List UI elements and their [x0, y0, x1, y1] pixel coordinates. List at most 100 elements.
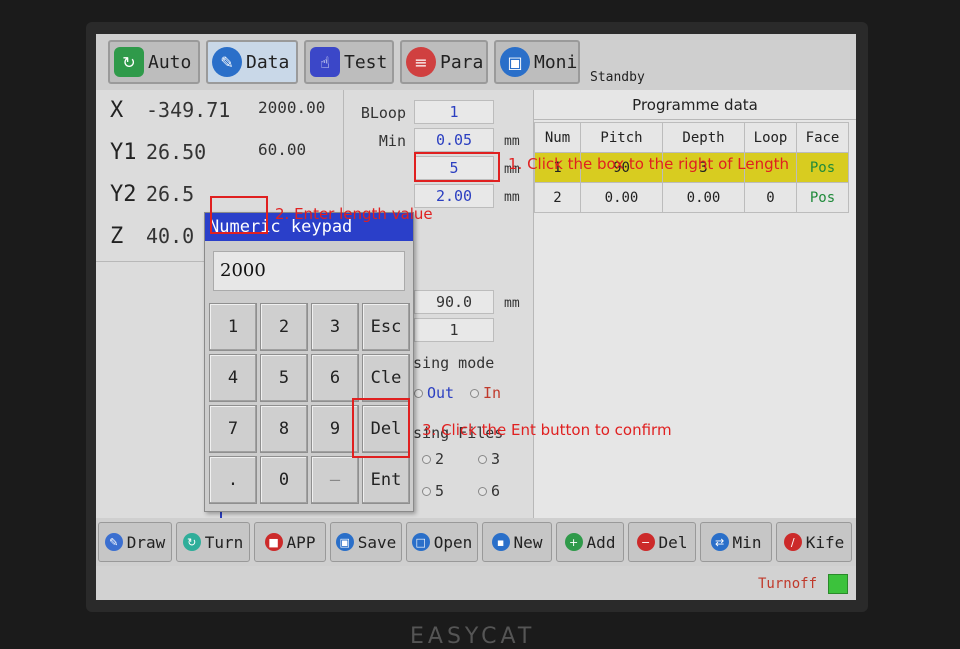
tab-label: Para: [440, 51, 484, 73]
button-label: Draw: [126, 532, 166, 552]
turn-icon: ↻: [182, 533, 201, 551]
radio-label: 6: [491, 482, 501, 500]
brand-logo: EASYCAT: [410, 624, 536, 649]
radio-dot: [478, 454, 487, 464]
tab-test[interactable]: ☝ Test: [304, 40, 394, 84]
radio-label: 2: [435, 450, 445, 468]
table-cell[interactable]: 0.00: [662, 182, 745, 213]
table-cell[interactable]: 0: [744, 182, 797, 213]
save-icon: ▣: [335, 533, 354, 551]
new-icon: ▪: [491, 533, 510, 551]
tab-label: Moni: [534, 51, 578, 73]
top-tab-bar: ↻ Auto ✎ Data ☝ Test ≡ Para ▣ Moni Stand…: [96, 34, 856, 90]
draw-button[interactable]: ✎ Draw: [98, 522, 172, 562]
open-button[interactable]: □ Open: [406, 522, 478, 562]
key-3[interactable]: 3: [311, 303, 359, 351]
file-option-3[interactable]: 3: [478, 450, 500, 468]
turnoff-label[interactable]: Turnoff: [758, 576, 817, 592]
key-decimal[interactable]: .: [209, 456, 257, 504]
annotation-box-ent: [352, 398, 410, 458]
button-label: New: [513, 532, 543, 552]
table-row[interactable]: 2 0.00 0.00 0 Pos: [534, 182, 849, 213]
table-cell[interactable]: 0.00: [580, 182, 663, 213]
annotation-step3: 3. Click the Ent button to confirm: [422, 421, 672, 439]
button-label: APP: [286, 532, 316, 552]
key-enter[interactable]: Ent: [362, 456, 410, 504]
refresh-icon: ↻: [114, 47, 144, 77]
key-minus[interactable]: —: [311, 456, 359, 504]
col-header: Num: [534, 122, 581, 153]
annotation-box-length: [414, 152, 500, 182]
key-4[interactable]: 4: [209, 354, 257, 402]
status-led: [828, 574, 848, 594]
radio-in[interactable]: In: [470, 384, 501, 402]
file-option-5[interactable]: 5: [422, 482, 444, 500]
tab-para[interactable]: ≡ Para: [400, 40, 488, 84]
unit-label: mm: [504, 296, 520, 311]
key-6[interactable]: 6: [311, 354, 359, 402]
keypad-display[interactable]: 2000: [213, 251, 405, 291]
numeric-keypad-dialog: Numeric keypad 2000 1 2 3 Esc 4 5 6 Cle …: [204, 212, 414, 512]
axis-position: -349.71: [146, 98, 231, 122]
new-button[interactable]: ▪ New: [482, 522, 552, 562]
add-button[interactable]: + Add: [556, 522, 624, 562]
key-7[interactable]: 7: [209, 405, 257, 453]
tab-label: Test: [344, 51, 388, 73]
annotation-box-display: [210, 196, 268, 234]
processing-mode-title: ssing mode: [404, 354, 495, 372]
table-cell[interactable]: Pos: [796, 182, 849, 213]
tab-moni[interactable]: ▣ Moni: [494, 40, 580, 84]
key-5[interactable]: 5: [260, 354, 308, 402]
app-button[interactable]: ■ APP: [254, 522, 326, 562]
knife-button[interactable]: ∕ Kife: [776, 522, 852, 562]
key-esc[interactable]: Esc: [362, 303, 410, 351]
min-label: Min: [378, 132, 406, 150]
min-button[interactable]: ⇄ Min: [700, 522, 772, 562]
draw-icon: ✎: [104, 533, 123, 551]
file-option-6[interactable]: 6: [478, 482, 500, 500]
axis-position: 26.5: [146, 182, 195, 206]
monitor-icon: ▣: [500, 47, 530, 77]
app-icon: ■: [264, 533, 283, 551]
sliders-icon: ≡: [406, 47, 436, 77]
button-label: Del: [658, 532, 688, 552]
pencil-icon: ✎: [212, 47, 242, 77]
radio-label: 3: [491, 450, 501, 468]
bloop-label: BLoop: [360, 104, 406, 122]
knife-icon: ∕: [783, 533, 802, 551]
radio-label: Out: [427, 384, 455, 402]
col-header: Depth: [662, 122, 745, 153]
status-bar: Turnoff: [96, 566, 856, 600]
delete-button[interactable]: − Del: [628, 522, 696, 562]
axis-name: Z: [110, 224, 124, 249]
hand-pointer-icon: ☝: [310, 47, 340, 77]
axis-target: 60.00: [258, 140, 307, 159]
file-option-2[interactable]: 2: [422, 450, 444, 468]
hmi-screen: ↻ Auto ✎ Data ☝ Test ≡ Para ▣ Moni Stand…: [96, 34, 856, 600]
table-cell[interactable]: 2: [534, 182, 581, 213]
bloop-field[interactable]: 1: [414, 100, 494, 124]
radio-label: In: [483, 384, 502, 402]
machine-status: Standby: [590, 70, 645, 85]
unit-label: mm: [504, 190, 520, 205]
key-clear[interactable]: Cle: [362, 354, 410, 402]
radio-dot: [422, 486, 431, 496]
minus-icon: −: [636, 533, 655, 551]
tab-data[interactable]: ✎ Data: [206, 40, 298, 84]
radio-out[interactable]: Out: [414, 384, 454, 402]
key-8[interactable]: 8: [260, 405, 308, 453]
min-icon: ⇄: [710, 533, 729, 551]
save-button[interactable]: ▣ Save: [330, 522, 402, 562]
axis-position: 26.50: [146, 140, 207, 164]
tab-auto[interactable]: ↻ Auto: [108, 40, 200, 84]
radio-dot: [470, 388, 479, 398]
min-field[interactable]: 0.05: [414, 128, 494, 152]
table-cell[interactable]: Pos: [796, 152, 849, 183]
key-1[interactable]: 1: [209, 303, 257, 351]
coord-row-y1: Y1 26.50 60.00: [96, 140, 344, 180]
key-0[interactable]: 0: [260, 456, 308, 504]
count-field[interactable]: 1: [414, 318, 494, 342]
angle-field[interactable]: 90.0: [414, 290, 494, 314]
turn-button[interactable]: ↻ Turn: [176, 522, 250, 562]
key-2[interactable]: 2: [260, 303, 308, 351]
